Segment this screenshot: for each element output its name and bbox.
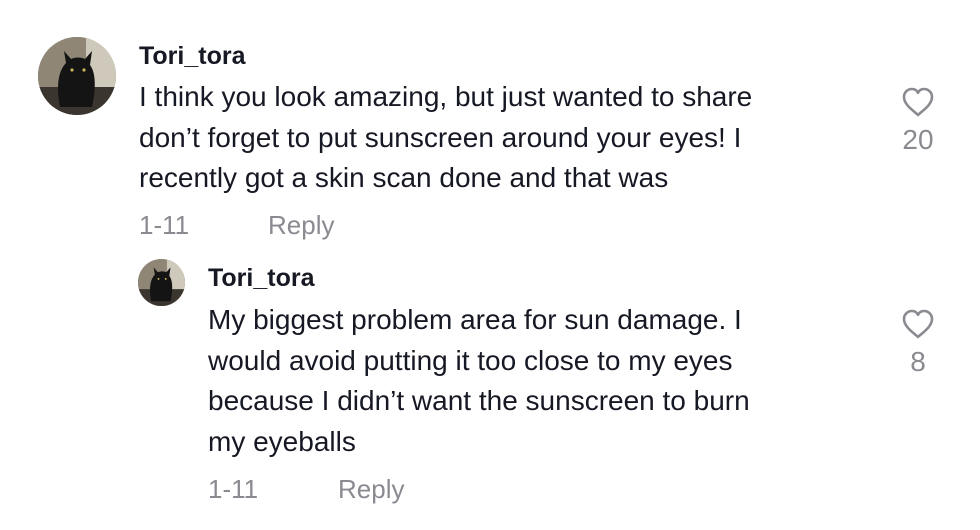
reply-button[interactable]: Reply — [338, 474, 404, 505]
cat-avatar-image — [38, 37, 116, 115]
avatar[interactable] — [38, 37, 116, 115]
like-count: 8 — [910, 346, 926, 377]
comment-text: I think you look amazing, but just wante… — [139, 77, 869, 199]
comment-item: Tori_tora I think you look amazing, but … — [0, 0, 980, 250]
comment-date: 1-11 — [139, 210, 190, 240]
like-button[interactable]: 8 — [888, 308, 948, 378]
like-button[interactable]: 20 — [888, 86, 948, 156]
heart-outline-icon — [902, 309, 934, 339]
reply-item: Tori_tora My biggest problem area for su… — [0, 250, 980, 520]
like-count: 20 — [902, 124, 934, 155]
cat-avatar-image — [138, 259, 185, 306]
comment-username[interactable]: Tori_tora — [139, 42, 246, 71]
reply-text-line: My biggest problem area for sun damage. … — [208, 304, 742, 335]
reply-text-line: because I didn’t want the sunscreen to b… — [208, 385, 750, 416]
heart-outline-icon — [902, 87, 934, 117]
comment-text-line: recently got a skin scan done and that w… — [139, 162, 669, 193]
avatar[interactable] — [138, 259, 185, 306]
comment-text-line: I think you look amazing, but just wante… — [139, 81, 753, 112]
reply-text-line: would avoid putting it too close to my e… — [208, 344, 733, 376]
reply-text-line: my eyeballs — [208, 425, 356, 457]
comment-text-line: don’t forget to put sunscreen around you… — [139, 121, 742, 153]
reply-username[interactable]: Tori_tora — [208, 264, 315, 293]
reply-date: 1-11 — [208, 474, 259, 504]
reply-button[interactable]: Reply — [268, 210, 334, 241]
reply-text: My biggest problem area for sun damage. … — [208, 300, 868, 462]
